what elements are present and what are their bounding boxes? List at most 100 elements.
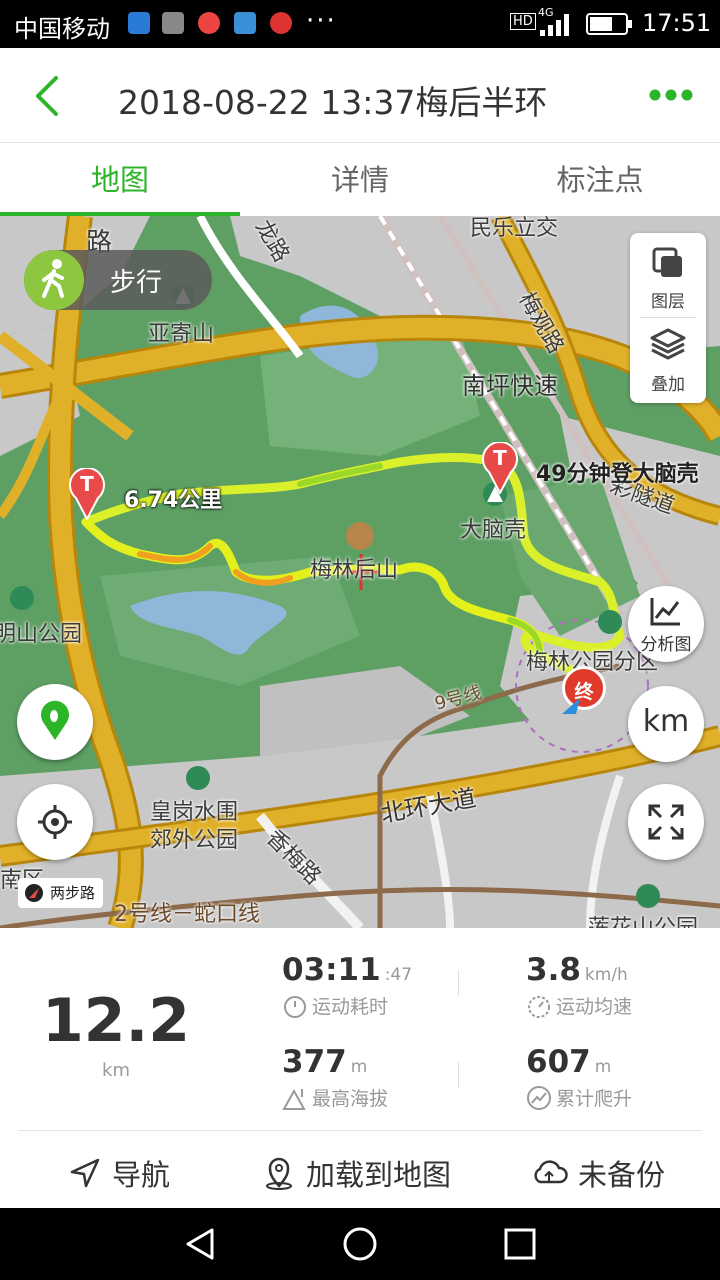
layers-button[interactable]: 图层: [630, 233, 706, 317]
backup-label: 未备份: [578, 1158, 666, 1192]
footprint-button[interactable]: [17, 684, 93, 760]
current-direction-icon: [562, 698, 580, 714]
max-altitude-label: 最高海拔: [312, 1088, 389, 1110]
avg-speed-unit: km/h: [584, 965, 628, 985]
walk-mode-label: 步行: [110, 268, 163, 298]
layer-panel: 图层 叠加: [630, 233, 706, 403]
locate-me-button[interactable]: [17, 784, 93, 860]
route-note-label: 49分钟登大脑壳: [536, 462, 699, 487]
total-distance: 12.2: [41, 986, 191, 1056]
analysis-label: 分析图: [640, 635, 692, 655]
photo-app-icon: [162, 12, 184, 34]
divider: [458, 970, 459, 996]
navigate-button[interactable]: 导航: [68, 1152, 170, 1194]
battery-icon: [586, 13, 632, 35]
map-provider-label: 两步路: [50, 884, 96, 902]
crosshair-icon: [38, 805, 72, 839]
location-app-icon: [128, 12, 150, 34]
stopwatch-icon: [284, 995, 306, 1018]
divider: [458, 1062, 459, 1088]
chat-app-icon: [234, 12, 256, 34]
walk-mode-toggle[interactable]: 步行: [24, 250, 212, 310]
climb-unit: m: [594, 1057, 612, 1077]
mountain-peak-icon: [282, 1088, 306, 1110]
overlay-button[interactable]: 叠加: [630, 318, 706, 402]
page-title: 2018-08-22 13:37梅后半环: [118, 83, 548, 122]
clock: 17:51: [642, 9, 712, 37]
climb-value: 607: [526, 1044, 591, 1080]
backup-button[interactable]: 未备份: [530, 1152, 665, 1194]
action-bar: 导航 加载到地图 未备份: [0, 1140, 720, 1202]
more-options-icon[interactable]: [648, 88, 694, 102]
duration-value: 03:11: [282, 952, 381, 988]
tab-bar: 地图 详情 标注点: [0, 143, 720, 216]
browser-app-icon: [198, 12, 220, 34]
stack-icon: [650, 328, 686, 360]
load-to-map-label: 加载到地图: [306, 1158, 452, 1192]
duration-seconds: :47: [384, 965, 413, 985]
divider: [18, 1130, 702, 1131]
duration-stat: 03:11:47 运动耗时: [282, 952, 412, 1019]
more-notifications-icon: ···: [306, 6, 337, 36]
back-arrow-icon[interactable]: [30, 74, 70, 118]
avg-speed-label: 运动均速: [556, 996, 633, 1018]
start-marker-label: T: [80, 472, 94, 496]
home-circle-icon[interactable]: [342, 1226, 378, 1262]
map-provider-chip: 两步路: [18, 878, 104, 908]
unit-label: km: [642, 704, 690, 739]
map-label: 大脑壳: [460, 518, 527, 543]
start-marker[interactable]: T: [68, 467, 106, 522]
route-distance-label: 6.74公里: [124, 488, 223, 513]
map-label: 梅林后山: [310, 558, 399, 583]
overlay-label: 叠加: [651, 375, 685, 395]
max-altitude-unit: m: [350, 1057, 368, 1077]
speed-stat: 3.8 km/h 运动均速: [526, 952, 632, 1019]
map-label: 南坪快速: [462, 372, 558, 400]
climb-stat: 607 m 累计爬升: [526, 1044, 632, 1111]
map-label: 亚寄山: [148, 322, 215, 347]
unit-toggle-button[interactable]: km: [628, 686, 704, 762]
status-bar: 中国移动 ··· HD 4G 17:51: [0, 0, 720, 48]
fullscreen-button[interactable]: [628, 784, 704, 860]
navigation-arrow-icon: [70, 1158, 100, 1188]
game-app-icon: [270, 12, 292, 34]
speedometer-icon: [528, 995, 550, 1018]
footprint-pin-icon: [41, 700, 69, 740]
system-nav-bar: [0, 1208, 720, 1280]
recent-apps-icon[interactable]: [502, 1226, 538, 1262]
avg-speed-value: 3.8: [526, 952, 581, 988]
map-pin-icon: [266, 1157, 292, 1190]
stats-panel: 12.2 km 03:11:47 运动耗时 3.8 km/h 运动均速 377 m …: [0, 928, 720, 1208]
climb-label: 累计爬升: [556, 1088, 633, 1110]
hd-badge: HD: [510, 13, 536, 30]
walking-person-icon: [24, 250, 84, 310]
compass-logo-icon: [25, 884, 43, 902]
waypoint-marker[interactable]: T: [481, 441, 519, 496]
tab-map[interactable]: 地图: [0, 143, 240, 216]
expand-icon: [648, 804, 684, 840]
navigate-label: 导航: [112, 1158, 171, 1192]
layers-icon: [652, 247, 682, 277]
load-to-map-button[interactable]: 加载到地图: [262, 1152, 451, 1194]
map-label: 明山公园: [0, 622, 83, 647]
carrier-name: 中国移动: [14, 15, 110, 43]
map-view[interactable]: 路 龙路 民乐立交 亚寄山 梅观路 南坪快速 彩隧道 大脑壳 梅林后山 明山公园…: [0, 216, 720, 928]
map-label: 民乐立交: [470, 216, 559, 241]
title-bar: 2018-08-22 13:37梅后半环: [0, 48, 720, 143]
cloud-upload-icon: [534, 1160, 568, 1184]
max-altitude-value: 377: [282, 1044, 347, 1080]
map-label: 郊外公园: [150, 828, 239, 853]
layers-label: 图层: [651, 292, 685, 312]
waypoint-marker-label: T: [493, 446, 507, 470]
back-triangle-icon[interactable]: [182, 1226, 218, 1262]
total-distance-unit: km: [102, 1060, 130, 1081]
tab-markers[interactable]: 标注点: [480, 143, 720, 216]
map-label: 莲花山公园: [588, 910, 698, 928]
analysis-chart-button[interactable]: 分析图: [628, 586, 704, 662]
max-altitude-stat: 377 m 最高海拔: [282, 1044, 388, 1111]
elevation-gain-icon: [527, 1085, 551, 1110]
duration-label: 运动耗时: [312, 996, 389, 1018]
tab-details[interactable]: 详情: [240, 143, 480, 216]
signal-icon: [540, 14, 569, 36]
line-chart-icon: [650, 598, 680, 626]
